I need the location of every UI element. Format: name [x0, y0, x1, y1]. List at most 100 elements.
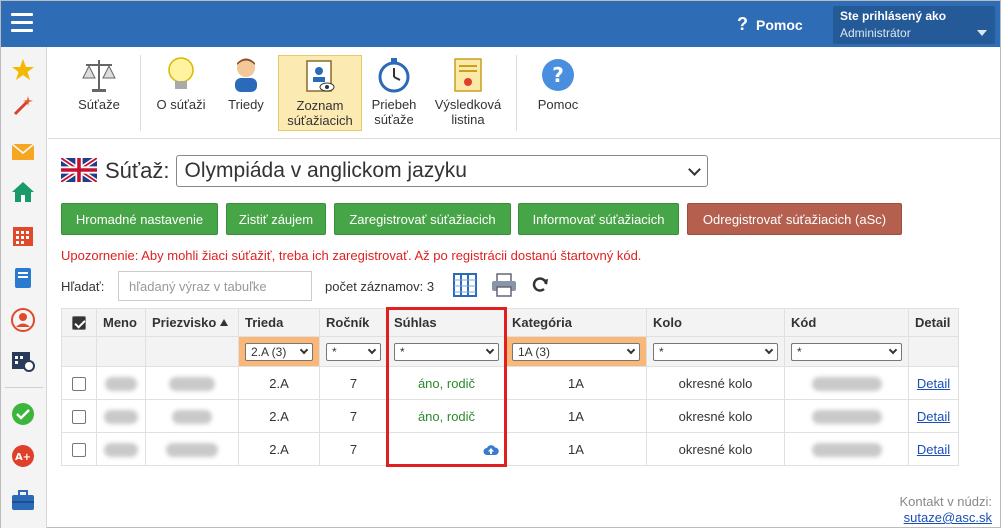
calendar-clock-icon[interactable] [10, 347, 36, 373]
cell-kod [784, 432, 909, 466]
column-header-rocnik[interactable]: Ročník [319, 308, 388, 337]
hamburger-menu-icon[interactable] [11, 13, 33, 33]
filter-trieda-select[interactable]: 2.A (3) [245, 342, 313, 361]
detail-link[interactable]: Detail [917, 442, 950, 457]
contact-label: Kontakt v núdzi: [899, 494, 993, 509]
star-icon[interactable] [10, 57, 36, 83]
column-header-detail: Detail [908, 308, 959, 337]
column-header-meno[interactable]: Meno [96, 308, 146, 337]
toolbar-item-label: Pomoc [537, 97, 579, 112]
refresh-icon[interactable] [531, 276, 549, 297]
column-header-kod[interactable]: Kód [784, 308, 909, 337]
scales-icon [79, 55, 119, 95]
search-input[interactable]: hľadaný výraz v tabuľke [118, 271, 312, 301]
toolbar-item-label: O súťaži [156, 97, 206, 112]
module-toolbar: Súťaže O súťaži Triedy Zoznam súťažiacic… [48, 47, 1000, 139]
toolbar-item-about[interactable]: O súťaži [148, 55, 214, 131]
filter-rocnik-select[interactable]: * [326, 342, 381, 361]
caret-down-icon [977, 30, 987, 36]
print-icon[interactable] [491, 273, 517, 300]
competition-selected: Olympiáda v anglickom jazyku [184, 159, 467, 182]
person-icon[interactable] [10, 307, 36, 333]
bulk-settings-button[interactable]: Hromadné nastavenie [61, 203, 218, 235]
row-checkbox[interactable] [72, 442, 86, 457]
filter-cell-kolo: * [646, 336, 785, 367]
top-bar: ? Pomoc Ste prihlásený ako Administrátor [1, 1, 1000, 47]
toolbar-item-help[interactable]: ? Pomoc [528, 55, 588, 131]
cell-suhlas: áno, rodič [387, 366, 506, 400]
toolbar-item-progress[interactable]: Priebeh súťaže [366, 55, 422, 131]
cell-kategoria: 1A [505, 366, 647, 400]
column-header-kolo[interactable]: Kolo [646, 308, 785, 337]
filter-cell-empty [96, 336, 146, 367]
toolbar-item-competitions[interactable]: Súťaže [66, 55, 132, 131]
redacted-last-name [172, 409, 212, 424]
filter-suhlas-value: * [400, 344, 405, 359]
detail-link[interactable]: Detail [917, 409, 950, 424]
filter-cell-trieda: 2.A (3) [238, 336, 320, 367]
filter-kolo-select[interactable]: * [653, 342, 778, 361]
cloud-upload-icon[interactable] [483, 442, 499, 457]
cell-detail: Detail [908, 432, 959, 466]
envelope-icon[interactable] [10, 139, 36, 165]
notebook-icon[interactable] [10, 265, 36, 291]
redacted-first-name [104, 409, 138, 424]
cell-meno [96, 432, 146, 466]
cell-priezvisko [145, 399, 239, 433]
competition-row: Súťaž: Olympiáda v anglickom jazyku [59, 155, 708, 187]
select-all-checkbox[interactable] [72, 316, 86, 331]
competition-label: Súťaž: [105, 158, 170, 183]
column-header-kategoria[interactable]: Kategória [505, 308, 647, 337]
redacted-first-name [105, 376, 137, 391]
grade-badge-icon[interactable]: A+ [10, 443, 36, 469]
column-header-suhlas[interactable]: Súhlas [387, 308, 506, 337]
redacted-code [811, 376, 882, 391]
chevron-down-icon [888, 345, 898, 355]
column-settings-icon[interactable] [453, 273, 477, 300]
toolbar-divider [516, 55, 517, 131]
table-row: 2.A 7 áno, rodič 1A okresné kolo Detail [61, 366, 959, 400]
toolbar-item-contestant-list[interactable]: Zoznam súťažiacich [278, 55, 362, 131]
filter-suhlas-select[interactable]: * [394, 342, 499, 361]
column-header-priezvisko[interactable]: Priezvisko [145, 308, 239, 337]
briefcase-icon[interactable] [10, 487, 36, 513]
unregister-contestants-button[interactable]: Odregistrovať súťažiacich (aSc) [687, 203, 902, 235]
home-icon[interactable] [10, 179, 36, 205]
check-circle-icon[interactable] [10, 401, 36, 427]
redacted-code [811, 409, 882, 424]
calendar-grid-icon[interactable] [10, 223, 36, 249]
register-contestants-button[interactable]: Zaregistrovať súťažiacich [334, 203, 511, 235]
help-question-icon: ? [737, 14, 748, 34]
filter-kategoria-select[interactable]: 1A (3) [512, 342, 640, 361]
toolbar-item-label: Zoznam súťažiacich [287, 98, 353, 128]
toolbar-item-results[interactable]: Výsledková listina [430, 55, 506, 131]
toolbar-item-classes[interactable]: Triedy [218, 55, 274, 131]
filter-cell-suhlas: * [387, 336, 506, 367]
help-link[interactable]: ? Pomoc [737, 14, 803, 35]
contestants-table: Meno Priezvisko Trieda Ročník Súhlas Kat… [61, 308, 959, 466]
column-header-priezvisko-label: Priezvisko [152, 315, 217, 330]
cell-trieda: 2.A [238, 366, 320, 400]
column-header-trieda[interactable]: Trieda [238, 308, 320, 337]
toolbar-item-label: Výsledková listina [434, 97, 502, 127]
row-checkbox[interactable] [72, 376, 86, 391]
find-interest-button[interactable]: Zistiť záujem [226, 203, 326, 235]
user-role: Administrátor [840, 26, 911, 40]
inform-contestants-button[interactable]: Informovať súťažiacich [518, 203, 679, 235]
magic-wand-icon[interactable] [10, 93, 36, 119]
filter-cell-kod: * [784, 336, 909, 367]
user-selector[interactable]: Ste prihlásený ako Administrátor [833, 6, 995, 44]
contact-email-link[interactable]: sutaze@asc.sk [900, 510, 992, 526]
cell-kolo: okresné kolo [646, 432, 785, 466]
competition-select[interactable]: Olympiáda v anglickom jazyku [175, 155, 708, 187]
user-label: Ste prihlásený ako [840, 9, 947, 23]
row-select-cell [61, 399, 97, 433]
student-icon [226, 55, 266, 95]
filter-cell-rocnik: * [319, 336, 388, 367]
filter-row: 2.A (3) * * 1A (3) * * [61, 336, 959, 367]
detail-link[interactable]: Detail [917, 376, 950, 391]
sort-ascending-icon [220, 319, 229, 326]
filter-kategoria-value: 1A (3) [518, 344, 551, 359]
filter-kod-select[interactable]: * [791, 342, 902, 361]
row-checkbox[interactable] [72, 409, 86, 424]
